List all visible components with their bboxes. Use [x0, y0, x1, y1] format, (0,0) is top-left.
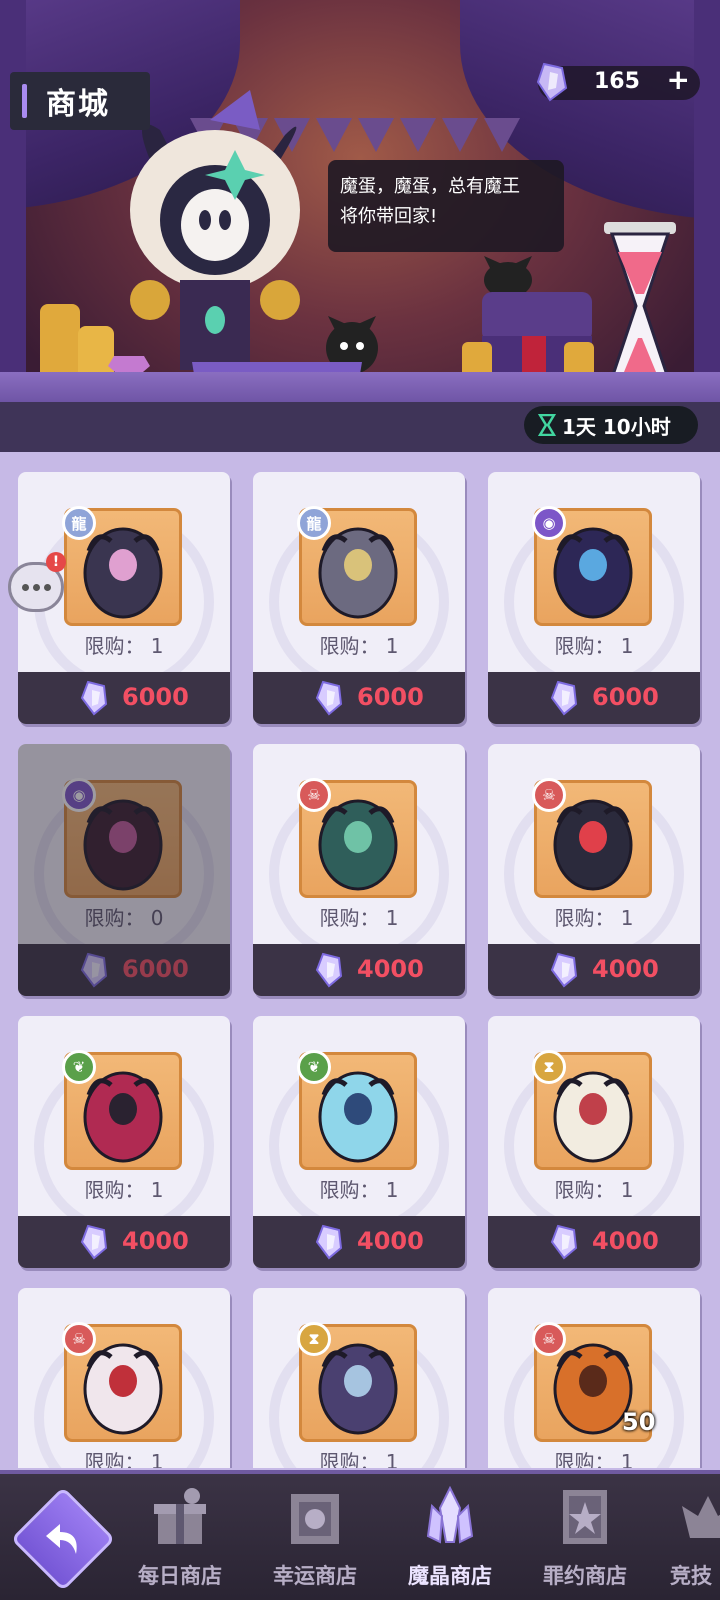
dragon-icon: 龍: [297, 506, 331, 540]
shop-item-card[interactable]: ❦ 限购： 1 4000: [18, 1016, 230, 1268]
nav-pact-shop[interactable]: 罪约商店: [520, 1486, 650, 1596]
shop-item-card[interactable]: ⧗ 限购： 1: [253, 1288, 465, 1468]
purchase-limit: 限购： 1: [554, 1178, 634, 1202]
crystal-icon: [315, 1224, 343, 1260]
hourglass-icon: ⧗: [297, 1322, 331, 1356]
shop-item-card[interactable]: ☠ 限购： 1: [18, 1288, 230, 1468]
nav-label: 竞技: [670, 1564, 712, 1588]
shop-item-grid: 龍限购： 1 6000 龍限购： 1 6000 ◉ 限购： 1 6000 ◉ 限购： 0 6000…: [18, 472, 702, 1468]
hourglass-icon: [538, 414, 556, 436]
chat-alert-badge: !: [46, 552, 66, 572]
nav-crystal-shop[interactable]: 魔晶商店: [385, 1486, 515, 1596]
treasure-chest: [462, 256, 594, 380]
item-price: 4000: [122, 1227, 189, 1255]
nav-label: 罪约商店: [543, 1564, 627, 1588]
shop-item-card[interactable]: ⧗ 限购： 1 4000: [488, 1016, 700, 1268]
crystal-icon: [80, 680, 108, 716]
bottom-nav: 每日商店 幸运商店 魔晶商店 罪约商店 竞技: [0, 1470, 720, 1600]
purchase-limit: 限购： 1: [84, 1178, 164, 1202]
demon-icon: ☠: [297, 778, 331, 812]
crystal-icon: [550, 680, 578, 716]
purchase-limit: 限购： 1: [554, 634, 634, 658]
shop-item-card[interactable]: ◉ 限购： 1 6000: [488, 472, 700, 724]
price-bar: 4000: [253, 1216, 465, 1268]
nav-lucky-shop[interactable]: 幸运商店: [250, 1486, 380, 1596]
demon-icon: ☠: [532, 778, 566, 812]
demon-icon: ☠: [532, 1322, 566, 1356]
item-price: 4000: [592, 1227, 659, 1255]
shop-banner: 商城 165 + 魔蛋，魔蛋，总有魔王 将你带回家! 1天 10小时: [0, 0, 720, 452]
purchase-limit: 限购： 1: [319, 634, 399, 658]
crystal-icon: [315, 952, 343, 988]
add-currency-button[interactable]: +: [667, 63, 690, 96]
purchase-limit: 限购： 1: [554, 1450, 634, 1468]
shop-item-card[interactable]: ◉ 限购： 0 6000: [18, 744, 230, 996]
sold-out-overlay: [18, 744, 230, 996]
shop-item-card[interactable]: ❦ 限购： 1 4000: [253, 1016, 465, 1268]
item-price: 4000: [592, 955, 659, 983]
demon-icon: ☠: [62, 1322, 96, 1356]
nav-label: 魔晶商店: [408, 1564, 492, 1588]
speech-line: 魔蛋，魔蛋，总有魔王: [340, 176, 520, 197]
dragon-icon: 龍: [62, 506, 96, 540]
price-bar: 4000: [488, 1216, 700, 1268]
shop-item-card[interactable]: ☠ 限购： 1 4000: [253, 744, 465, 996]
purchase-limit: 限购： 1: [84, 634, 164, 658]
purchase-limit: 限购： 1: [554, 906, 634, 930]
item-price: 6000: [357, 683, 424, 711]
hourglass-icon: ⧗: [532, 1050, 566, 1084]
crystal-currency-display: 165 +: [536, 62, 700, 102]
speech-line: 将你带回家!: [340, 206, 438, 227]
shopkeeper-speech-bubble: 魔蛋，魔蛋，总有魔王 将你带回家!: [328, 160, 564, 252]
item-price: 6000: [122, 683, 189, 711]
hourglass-decoration: [604, 222, 676, 390]
item-price: 6000: [592, 683, 659, 711]
nav-label: 幸运商店: [273, 1564, 357, 1588]
crystal-icon: [536, 62, 568, 102]
refresh-timer: 1天 10小时: [524, 406, 698, 444]
crystal-icon: [426, 1486, 474, 1544]
nav-daily-shop[interactable]: 每日商店: [115, 1486, 245, 1596]
leaf-icon: ❦: [297, 1050, 331, 1084]
item-price: 4000: [357, 1227, 424, 1255]
crystal-icon: [550, 1224, 578, 1260]
gift-icon: [154, 1488, 206, 1544]
page-title: 商城: [46, 87, 110, 122]
item-price: 4000: [357, 955, 424, 983]
nav-arena[interactable]: 竞技: [650, 1486, 720, 1596]
seal-icon: [563, 1490, 607, 1544]
crystal-icon: [315, 680, 343, 716]
star-shrine-icon: [291, 1494, 339, 1544]
bat-icon: [682, 1496, 720, 1538]
price-bar: 6000: [18, 672, 230, 724]
leaf-icon: ❦: [62, 1050, 96, 1084]
price-bar: 4000: [488, 944, 700, 996]
crystal-amount: 165: [594, 69, 640, 94]
back-arrow-icon: [46, 1524, 77, 1554]
page-title-box: 商城: [10, 72, 150, 130]
purchase-limit: 限购： 1: [319, 906, 399, 930]
purchase-limit: 限购： 1: [84, 1450, 164, 1468]
shop-counter: [0, 372, 720, 402]
item-quantity: 50: [622, 1408, 656, 1436]
timer-text: 1天 10小时: [562, 414, 671, 439]
shop-item-card[interactable]: ☠ 50 限购： 1: [488, 1288, 700, 1468]
purchase-limit: 限购： 1: [319, 1178, 399, 1202]
price-bar: 4000: [18, 1216, 230, 1268]
price-bar: 6000: [253, 672, 465, 724]
shop-item-card[interactable]: 龍限购： 1 6000: [253, 472, 465, 724]
price-bar: 6000: [488, 672, 700, 724]
shopkeeper-character: [130, 90, 300, 370]
shop-item-card[interactable]: ☠ 限购： 1 4000: [488, 744, 700, 996]
nav-label: 每日商店: [138, 1564, 222, 1588]
crystal-icon: [80, 1224, 108, 1260]
purchase-limit: 限购： 1: [319, 1450, 399, 1468]
crystal-icon: [550, 952, 578, 988]
price-bar: 4000: [253, 944, 465, 996]
eye-icon: ◉: [532, 506, 566, 540]
